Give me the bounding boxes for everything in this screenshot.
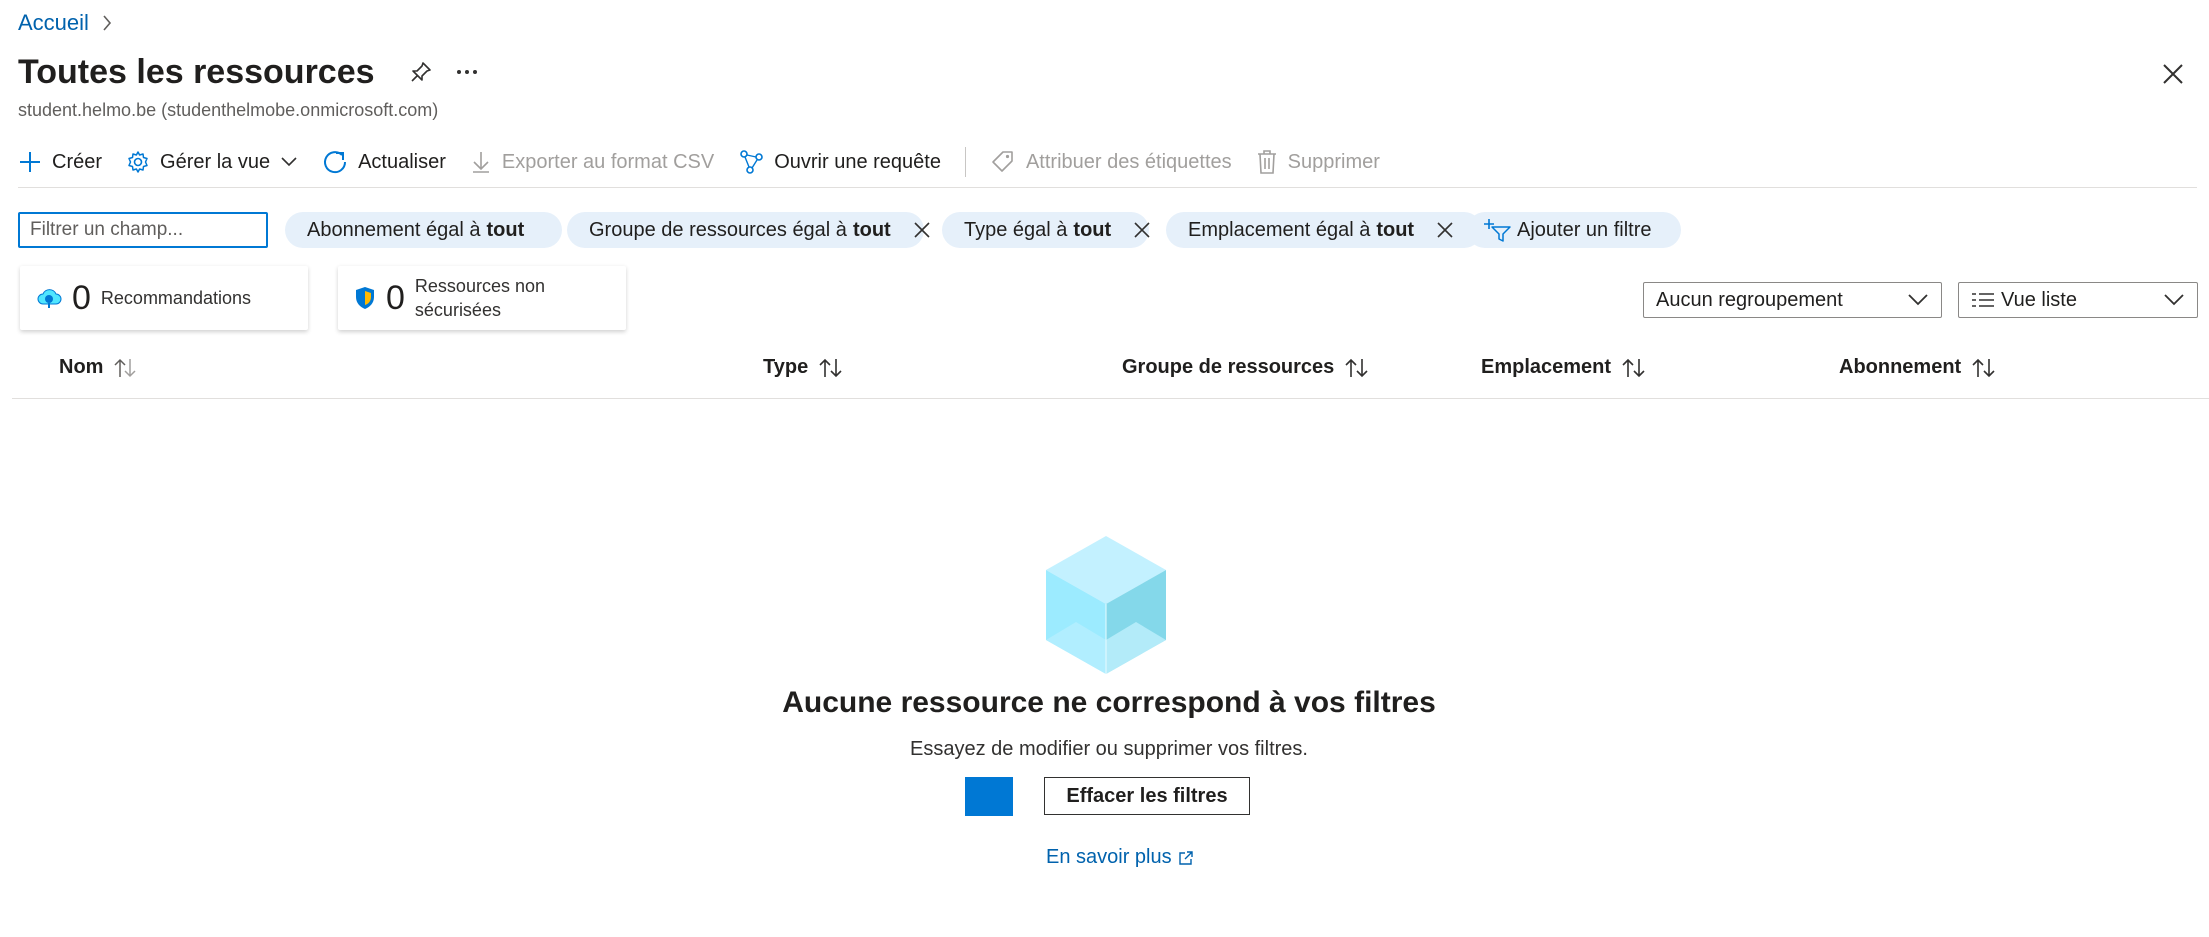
- chevron-right-icon: [101, 14, 113, 32]
- recommendations-label: Recommandations: [100, 288, 251, 308]
- unsecured-label-line1: Ressources non: [414, 276, 545, 296]
- column-header-label: Nom: [59, 356, 104, 378]
- list-view-icon: [1971, 291, 1995, 309]
- more-options-icon[interactable]: [447, 52, 487, 92]
- open-query-button[interactable]: Ouvrir une requête: [738, 149, 941, 175]
- unsecured-resources-count: 0: [386, 278, 405, 317]
- filter-pill-prefix: Type égal à: [964, 218, 1068, 241]
- empty-state-image-placeholder: [965, 777, 1013, 816]
- download-icon: [470, 150, 492, 174]
- filter-pill-prefix: Abonnement égal à: [307, 218, 481, 241]
- gear-icon: [126, 150, 150, 174]
- create-button[interactable]: Créer: [18, 150, 102, 174]
- filter-input[interactable]: [18, 212, 268, 248]
- column-header-name[interactable]: Nom: [59, 356, 137, 379]
- title-row: Toutes les ressources: [18, 52, 487, 92]
- pin-icon[interactable]: [401, 52, 441, 92]
- close-icon[interactable]: [1133, 221, 1151, 239]
- empty-state-description: Essayez de modifier ou supprimer vos fil…: [910, 738, 1308, 760]
- toolbar-divider: [964, 147, 966, 177]
- refresh-label: Actualiser: [358, 150, 446, 173]
- column-header-location[interactable]: Emplacement: [1481, 356, 1647, 379]
- external-link-icon: [1178, 850, 1194, 866]
- assign-tags-button[interactable]: Attribuer des étiquettes: [990, 149, 1232, 175]
- manage-view-button[interactable]: Gérer la vue: [126, 150, 298, 174]
- filter-pill-prefix: Groupe de ressources égal à: [589, 218, 847, 241]
- page-title: Toutes les ressources: [18, 52, 375, 91]
- tenant-subtitle: student.helmo.be (studenthelmobe.onmicro…: [18, 100, 439, 120]
- export-csv-label: Exporter au format CSV: [501, 150, 715, 173]
- column-header-label: Type: [763, 356, 809, 378]
- recommendations-card[interactable]: 0 Recommandations: [20, 266, 308, 330]
- close-icon[interactable]: [913, 221, 931, 239]
- filter-pill-value: tout: [486, 218, 525, 241]
- add-filter-button[interactable]: Ajouter un filtre: [1467, 212, 1681, 248]
- learn-more-link[interactable]: En savoir plus: [1046, 846, 1194, 869]
- clear-filters-button[interactable]: Effacer les filtres: [1044, 777, 1250, 815]
- filter-pill-value: tout: [852, 218, 891, 241]
- open-query-label: Ouvrir une requête: [774, 150, 941, 173]
- breadcrumb: Accueil: [18, 10, 113, 36]
- unsecured-resources-label: Ressources non sécurisées: [415, 274, 545, 322]
- command-bar: Créer Gérer la vue Actualiser Exporter a…: [18, 144, 1404, 180]
- toolbar-divider-line: [18, 187, 2197, 188]
- chevron-down-icon: [1907, 293, 1929, 307]
- filter-pill-prefix: Emplacement égal à: [1188, 218, 1371, 241]
- delete-button[interactable]: Supprimer: [1256, 149, 1380, 175]
- filter-pill-value: tout: [1073, 218, 1112, 241]
- query-graph-icon: [738, 149, 764, 175]
- add-filter-icon: [1483, 217, 1511, 243]
- close-icon[interactable]: [2153, 54, 2193, 94]
- sort-icon: [1621, 357, 1647, 379]
- column-header-label: Abonnement: [1839, 356, 1962, 378]
- plus-icon: [18, 150, 42, 174]
- tag-icon: [990, 149, 1016, 175]
- add-filter-label: Ajouter un filtre: [1517, 218, 1652, 241]
- unsecured-label-line2: sécurisées: [414, 300, 501, 320]
- recommendations-count: 0: [72, 278, 91, 317]
- sort-icon: [1344, 357, 1370, 379]
- column-header-label: Groupe de ressources: [1122, 356, 1335, 378]
- column-header-resource-group[interactable]: Groupe de ressources: [1122, 356, 1370, 379]
- sort-icon: [113, 357, 137, 379]
- unsecured-resources-card[interactable]: 0 Ressources non sécurisées: [338, 266, 626, 330]
- create-label: Créer: [52, 150, 103, 173]
- grouping-selected: Aucun regroupement: [1656, 288, 1843, 311]
- filter-pill-value: tout: [1376, 218, 1415, 241]
- breadcrumb-home-link[interactable]: Accueil: [18, 10, 89, 36]
- close-icon[interactable]: [1436, 221, 1454, 239]
- filter-pill-type[interactable]: Type égal à tout: [942, 212, 1151, 248]
- filter-pill-resource-group[interactable]: Groupe de ressources égal à tout: [567, 212, 930, 248]
- column-header-type[interactable]: Type: [763, 356, 844, 379]
- manage-view-label: Gérer la vue: [160, 150, 271, 173]
- view-selected: Vue liste: [2001, 288, 2077, 311]
- shield-icon: [354, 285, 376, 311]
- advisor-cloud-icon: [36, 286, 62, 310]
- learn-more-label: En savoir plus: [1046, 846, 1172, 868]
- view-dropdown-value: Vue liste: [1971, 289, 2077, 312]
- view-dropdown[interactable]: Vue liste: [1958, 282, 2198, 318]
- refresh-button[interactable]: Actualiser: [322, 149, 446, 175]
- chevron-down-icon: [2163, 293, 2185, 307]
- assign-tags-label: Attribuer des étiquettes: [1025, 150, 1232, 173]
- refresh-icon: [322, 149, 348, 175]
- table-header-divider: [12, 398, 2209, 399]
- filter-pill-subscription[interactable]: Abonnement égal à tout: [285, 212, 562, 248]
- empty-state-title: Aucune ressource ne correspond à vos fil…: [782, 686, 1436, 719]
- sort-icon: [818, 357, 844, 379]
- column-header-subscription[interactable]: Abonnement: [1839, 356, 1997, 379]
- sort-icon: [1971, 357, 1997, 379]
- chevron-down-icon: [280, 156, 298, 168]
- delete-label: Supprimer: [1287, 150, 1380, 173]
- trash-icon: [1256, 149, 1278, 175]
- column-header-label: Emplacement: [1481, 356, 1612, 378]
- empty-cube-icon: [1042, 532, 1170, 678]
- export-csv-button[interactable]: Exporter au format CSV: [470, 150, 714, 174]
- grouping-dropdown[interactable]: Aucun regroupement: [1643, 282, 1942, 318]
- filter-pill-location[interactable]: Emplacement égal à tout: [1166, 212, 1482, 248]
